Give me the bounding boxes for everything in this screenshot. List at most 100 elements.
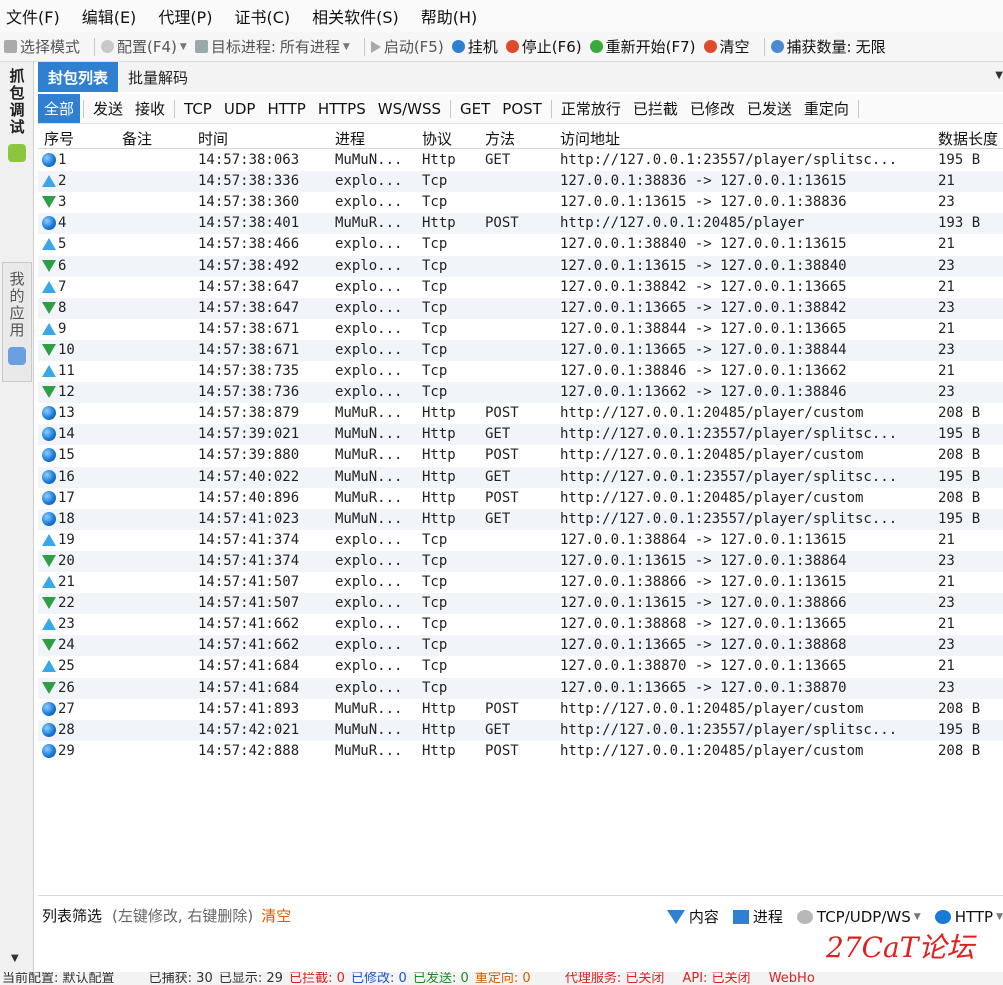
table-row[interactable]: 10 14:57:38:671 explo... Tcp 127.0.0.1:13665… bbox=[38, 339, 1003, 361]
table-row[interactable]: 22 14:57:41:507 explo... Tcp 127.0.0.1:13615… bbox=[38, 593, 1003, 615]
table-row[interactable]: 20 14:57:41:374 explo... Tcp 127.0.0.1:13615… bbox=[38, 550, 1003, 572]
filter-sent[interactable]: 已发送 bbox=[741, 94, 798, 123]
filter-post[interactable]: POST bbox=[496, 94, 548, 123]
menu-edit[interactable]: 编辑(E) bbox=[82, 4, 137, 28]
chevron-down-icon[interactable]: ▼ bbox=[995, 70, 1003, 81]
target-process-dropdown[interactable]: 目标进程: 所有进程 ▼ bbox=[194, 36, 350, 57]
table-row[interactable]: 29 14:57:42:888 MuMuR... Http POST http://127… bbox=[38, 741, 1003, 762]
hang-button[interactable]: 挂机 bbox=[451, 36, 498, 57]
table-row[interactable]: 1 14:57:38:063 MuMuN... Http GET http://127.0… bbox=[38, 150, 1003, 171]
table-row[interactable]: 11 14:57:38:735 explo... Tcp 127.0.0.1:38846… bbox=[38, 361, 1003, 382]
table-row[interactable]: 15 14:57:39:880 MuMuR... Http POST http://127… bbox=[38, 445, 1003, 466]
col-remark[interactable]: 备注 bbox=[122, 128, 152, 149]
clear-button[interactable]: 清空 bbox=[703, 36, 750, 57]
stop-button[interactable]: 停止(F6) bbox=[505, 36, 582, 57]
table-row[interactable]: 13 14:57:38:879 MuMuR... Http POST http://127… bbox=[38, 403, 1003, 424]
col-process[interactable]: 进程 bbox=[335, 128, 365, 149]
tab-capture-debug[interactable]: 抓 包 调 试 bbox=[2, 68, 32, 218]
filter-get[interactable]: GET bbox=[454, 94, 496, 123]
globe-icon bbox=[42, 701, 56, 716]
tab-my-apps[interactable]: 我 的 应 用 bbox=[2, 262, 32, 382]
stop-label: 停止(F6) bbox=[521, 38, 582, 56]
table-row[interactable]: 24 14:57:41:662 explo... Tcp 127.0.0.1:13665… bbox=[38, 635, 1003, 657]
table-row[interactable]: 28 14:57:42:021 MuMuN... Http GET http://127.… bbox=[38, 719, 1003, 741]
col-protocol[interactable]: 协议 bbox=[422, 128, 452, 149]
toolbar-separator bbox=[363, 37, 365, 56]
cell-time: 14:57:38:360 bbox=[198, 194, 300, 211]
table-row[interactable]: 6 14:57:38:492 explo... Tcp 127.0.0.1:13615 … bbox=[38, 255, 1003, 277]
tab-myapps-char: 我 bbox=[9, 270, 25, 288]
cell-url: http://127.0.0.1:23557/player/splitsc... bbox=[560, 426, 898, 443]
col-no[interactable]: 序号 bbox=[44, 128, 74, 149]
start-button[interactable]: 启动(F5) bbox=[370, 36, 444, 57]
globe-icon bbox=[42, 722, 56, 737]
cell-protocol: Tcp bbox=[422, 236, 448, 253]
list-filter-clear-link[interactable]: 清空 bbox=[261, 905, 291, 926]
filter-process-label: 进程 bbox=[752, 908, 783, 926]
table-row[interactable]: 21 14:57:41:507 explo... Tcp 127.0.0.1:38866… bbox=[38, 572, 1003, 593]
table-row[interactable]: 3 14:57:38:360 explo... Tcp 127.0.0.1:13615 … bbox=[38, 192, 1003, 213]
tab-packet-list[interactable]: 封包列表 bbox=[38, 62, 119, 92]
col-method[interactable]: 方法 bbox=[485, 128, 515, 149]
table-row[interactable]: 16 14:57:40:022 MuMuN... Http GET http://127.… bbox=[38, 466, 1003, 488]
table-row[interactable]: 8 14:57:38:647 explo... Tcp 127.0.0.1:13665 … bbox=[38, 297, 1003, 319]
filter-send[interactable]: 发送 bbox=[87, 94, 129, 123]
filter-http-dropdown[interactable]: HTTP ▼ bbox=[934, 908, 1003, 926]
col-url[interactable]: 访问地址 bbox=[560, 128, 620, 149]
table-row[interactable]: 2 14:57:38:336 explo... Tcp 127.0.0.1:38836 … bbox=[38, 171, 1003, 193]
menu-proxy[interactable]: 代理(P) bbox=[158, 4, 212, 28]
cell-protocol: Http bbox=[422, 489, 456, 506]
table-row[interactable]: 26 14:57:41:684 explo... Tcp 127.0.0.1:13665… bbox=[38, 677, 1003, 699]
filter-passed[interactable]: 正常放行 bbox=[555, 94, 627, 123]
filter-udp[interactable]: UDP bbox=[218, 94, 262, 123]
table-row[interactable]: 9 14:57:38:671 explo... Tcp 127.0.0.1:38844 … bbox=[38, 319, 1003, 340]
filter-https[interactable]: HTTPS bbox=[312, 94, 372, 123]
filter-ws-wss[interactable]: WS/WSS bbox=[372, 94, 447, 123]
table-row[interactable]: 14 14:57:39:021 MuMuN... Http GET http://127.… bbox=[38, 424, 1003, 446]
menu-cert[interactable]: 证书(C) bbox=[234, 4, 290, 28]
table-row[interactable]: 17 14:57:40:896 MuMuR... Http POST http://127… bbox=[38, 488, 1003, 509]
filter-receive[interactable]: 接收 bbox=[129, 94, 171, 123]
tab-myapps-char: 用 bbox=[9, 321, 25, 339]
cell-url: 127.0.0.1:13665 -> 127.0.0.1:38842 bbox=[560, 299, 847, 316]
arrow-down-icon bbox=[42, 196, 56, 209]
restart-button[interactable]: 重新开始(F7) bbox=[589, 36, 696, 57]
table-row[interactable]: 18 14:57:41:023 MuMuN... Http GET http://127.… bbox=[38, 508, 1003, 530]
cell-protocol: Tcp bbox=[422, 341, 448, 358]
cell-length: 23 bbox=[938, 341, 955, 358]
filter-http[interactable]: HTTP bbox=[261, 94, 311, 123]
menu-related-software[interactable]: 相关软件(S) bbox=[312, 4, 399, 28]
filter-all[interactable]: 全部 bbox=[38, 94, 81, 123]
tab-capture-char: 试 bbox=[9, 118, 25, 136]
filter-modified[interactable]: 已修改 bbox=[684, 94, 741, 123]
table-row[interactable]: 19 14:57:41:374 explo... Tcp 127.0.0.1:38864… bbox=[38, 530, 1003, 551]
menu-help[interactable]: 帮助(H) bbox=[421, 4, 478, 28]
filter-process-button[interactable]: 进程 bbox=[732, 906, 783, 927]
cell-process: explo... bbox=[335, 236, 403, 253]
chevron-down-icon[interactable]: ▼ bbox=[11, 953, 19, 964]
col-time[interactable]: 时间 bbox=[198, 128, 228, 149]
apps-grid-icon bbox=[8, 347, 26, 365]
table-row[interactable]: 25 14:57:41:684 explo... Tcp 127.0.0.1:38870… bbox=[38, 656, 1003, 677]
filter-redirect[interactable]: 重定向 bbox=[798, 94, 855, 123]
capture-count-setting[interactable]: 捕获数量: 无限 bbox=[770, 36, 886, 57]
menu-file[interactable]: 文件(F) bbox=[6, 4, 60, 28]
restart-label: 重新开始(F7) bbox=[605, 38, 696, 56]
cell-url: 127.0.0.1:38842 -> 127.0.0.1:13665 bbox=[560, 278, 847, 295]
col-length[interactable]: 数据长度 bbox=[938, 128, 998, 149]
tab-batch-decode[interactable]: 批量解码 bbox=[118, 62, 198, 92]
select-mode-button[interactable]: 选择模式 bbox=[4, 36, 80, 57]
filter-content-button[interactable]: 内容 bbox=[666, 906, 719, 927]
filter-blocked[interactable]: 已拦截 bbox=[627, 94, 684, 123]
config-button[interactable]: 配置(F4) ▼ bbox=[101, 36, 187, 57]
table-row[interactable]: 5 14:57:38:466 explo... Tcp 127.0.0.1:38840 … bbox=[38, 234, 1003, 255]
config-label: 配置(F4) bbox=[117, 38, 177, 56]
table-row[interactable]: 23 14:57:41:662 explo... Tcp 127.0.0.1:38868… bbox=[38, 614, 1003, 635]
table-row[interactable]: 27 14:57:41:893 MuMuR... Http POST http://127… bbox=[38, 699, 1003, 720]
filter-tcp-dropdown[interactable]: TCP/UDP/WS ▼ bbox=[796, 908, 921, 926]
cell-url: 127.0.0.1:38866 -> 127.0.0.1:13615 bbox=[560, 574, 847, 590]
table-row[interactable]: 4 14:57:38:401 MuMuR... Http POST http://127.… bbox=[38, 213, 1003, 235]
table-row[interactable]: 12 14:57:38:736 explo... Tcp 127.0.0.1:13662… bbox=[38, 382, 1003, 404]
filter-tcp[interactable]: TCP bbox=[178, 94, 218, 123]
table-row[interactable]: 7 14:57:38:647 explo... Tcp 127.0.0.1:38842 … bbox=[38, 277, 1003, 298]
